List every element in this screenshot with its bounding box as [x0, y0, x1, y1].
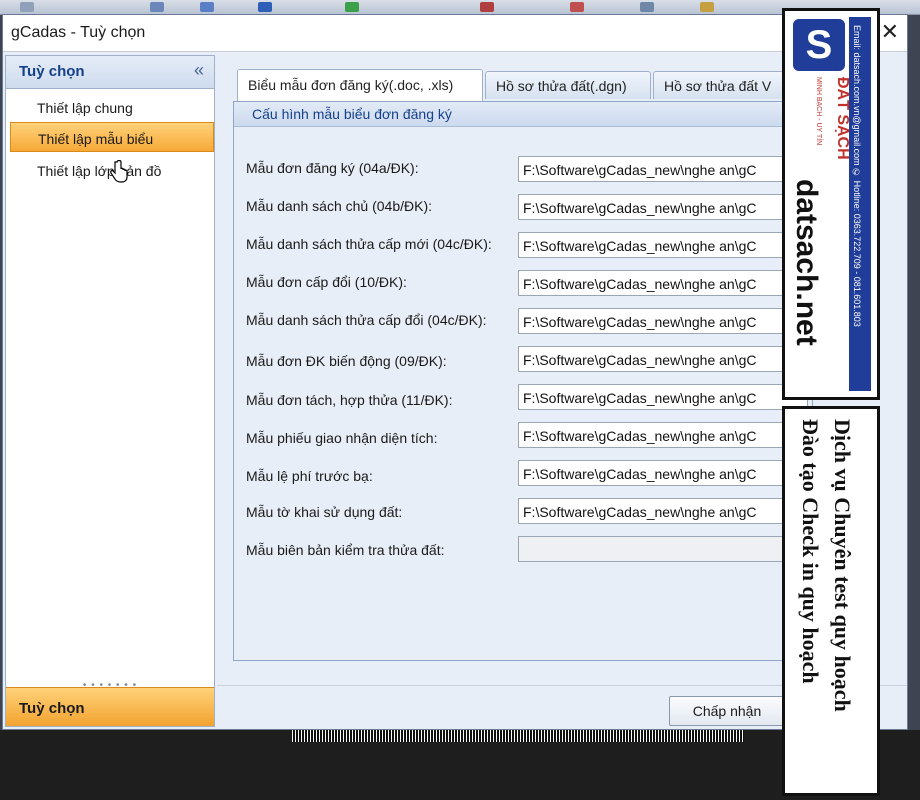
sidebar-footer-label: Tuỳ chọn — [19, 700, 85, 717]
template-path-input[interactable]: F:\Software\gCadas_new\nghe an\gC — [518, 308, 808, 334]
group-title: Cấu hình mẫu biểu đơn đăng ký — [252, 106, 452, 122]
row-label: Mẫu đơn đăng ký (04a/ĐK): — [246, 160, 419, 176]
sidebar-item-label: Thiết lập lớp bản đồ — [37, 163, 162, 179]
contact-text: Email: datsach.com.vn@gmail.com ✆ Hotlin… — [852, 25, 862, 327]
row-label: Mẫu đơn tách, hợp thửa (11/ĐK): — [246, 392, 453, 408]
template-path-input[interactable]: F:\Software\gCadas_new\nghe an\gC — [518, 232, 808, 258]
site-name: datsach.net — [790, 179, 823, 346]
taskbar-icon[interactable] — [570, 2, 584, 12]
row-label: Mẫu đơn cấp đổi (10/ĐK): — [246, 274, 407, 290]
close-icon[interactable]: ✕ — [881, 19, 899, 45]
taskbar-icon[interactable] — [345, 2, 359, 12]
sidebar-item-general-settings[interactable]: Thiết lập chung — [10, 92, 214, 122]
accept-button[interactable]: Chấp nhận — [669, 696, 785, 726]
ad-line-service: Dịch vụ Chuyên test quy hoạch — [830, 419, 855, 712]
ad-banner-bottom: Dịch vụ Chuyên test quy hoạch Đào tạo Ch… — [782, 406, 880, 796]
template-path-input[interactable]: F:\Software\gCadas_new\nghe an\gC — [518, 270, 808, 296]
logo-tagline: MINH BẠCH - UY TÍN — [815, 77, 822, 146]
template-path-input[interactable]: F:\Software\gCadas_new\nghe an\gC — [518, 194, 808, 220]
group-header: Cấu hình mẫu biểu đơn đăng ký — [234, 102, 812, 127]
options-dialog: gCadas - Tuỳ chọn ✕ Tuỳ chọn « Thiết lập… — [2, 14, 908, 730]
sidebar-item-label: Thiết lập mẫu biểu — [38, 131, 154, 147]
taskbar-icon[interactable] — [258, 2, 272, 12]
taskbar-icon[interactable] — [20, 2, 34, 12]
row-label: Mẫu danh sách thửa cấp mới (04c/ĐK): — [246, 236, 492, 252]
datsach-logo: S — [793, 19, 845, 71]
taskbar-icon[interactable] — [480, 2, 494, 12]
taskbar-icon[interactable] — [200, 2, 214, 12]
tab-label: Hồ sơ thửa đất V — [664, 78, 772, 94]
sidebar-item-label: Thiết lập chung — [37, 100, 133, 116]
sidebar-footer[interactable]: Tuỳ chọn — [6, 687, 214, 726]
taskbar-icon[interactable] — [150, 2, 164, 12]
template-config-group: Cấu hình mẫu biểu đơn đăng ký Mẫu đơn đă… — [233, 101, 813, 661]
template-path-input[interactable]: F:\Software\gCadas_new\nghe an\gC — [518, 346, 808, 372]
tab-parcel-v[interactable]: Hồ sơ thửa đất V — [653, 71, 793, 99]
tab-label: Hồ sơ thửa đất(.dgn) — [496, 78, 627, 94]
tab-registration-forms[interactable]: Biểu mẫu đơn đăng ký(.doc, .xls) — [237, 69, 483, 101]
hand-cursor-icon — [110, 160, 128, 183]
contact-strip: Email: datsach.com.vn@gmail.com ✆ Hotlin… — [849, 17, 871, 391]
window-title: gCadas - Tuỳ chọn — [11, 24, 146, 41]
sidebar-title: Tuỳ chọn — [19, 63, 85, 80]
ad-banner-top: S ĐẤT SẠCH MINH BẠCH - UY TÍN datsach.ne… — [782, 8, 880, 400]
sidebar: Tuỳ chọn « Thiết lập chung Thiết lập mẫu… — [5, 55, 215, 727]
template-path-input[interactable]: F:\Software\gCadas_new\nghe an\gC — [518, 422, 808, 448]
taskbar-icon[interactable] — [640, 2, 654, 12]
row-label: Mẫu phiếu giao nhận diện tích: — [246, 430, 438, 446]
tab-parcel-dgn[interactable]: Hồ sơ thửa đất(.dgn) — [485, 71, 651, 99]
template-path-input[interactable]: F:\Software\gCadas_new\nghe an\gC — [518, 498, 808, 524]
template-path-input[interactable]: F:\Software\gCadas_new\nghe an\gC — [518, 460, 808, 486]
ad-line-training: Đào tạo Check in quy hoạch — [798, 419, 823, 684]
row-label: Mẫu đơn ĐK biến động (09/ĐK): — [246, 353, 447, 369]
sidebar-header: Tuỳ chọn « — [6, 56, 214, 89]
row-label: Mẫu tờ khai sử dụng đất: — [246, 504, 403, 520]
sidebar-item-template-settings[interactable]: Thiết lập mẫu biểu — [10, 122, 214, 152]
status-strip — [292, 730, 744, 742]
template-path-input[interactable]: F:\Software\gCadas_new\nghe an\gC — [518, 384, 808, 410]
template-path-input[interactable]: F:\Software\gCadas_new\nghe an\gC — [518, 156, 808, 182]
taskbar-icon[interactable] — [700, 2, 714, 12]
title-bar: gCadas - Tuỳ chọn ✕ — [3, 15, 907, 52]
row-label: Mẫu biên bản kiểm tra thửa đất: — [246, 542, 445, 558]
row-label: Mẫu danh sách thửa cấp đổi (04c/ĐK): — [246, 312, 487, 328]
tab-label: Biểu mẫu đơn đăng ký(.doc, .xls) — [248, 77, 454, 93]
row-label: Mẫu danh sách chủ (04b/ĐK): — [246, 198, 432, 214]
row-label: Mẫu lệ phí trước bạ: — [246, 468, 373, 484]
template-path-input[interactable] — [518, 536, 808, 562]
collapse-icon[interactable]: « — [194, 60, 204, 81]
